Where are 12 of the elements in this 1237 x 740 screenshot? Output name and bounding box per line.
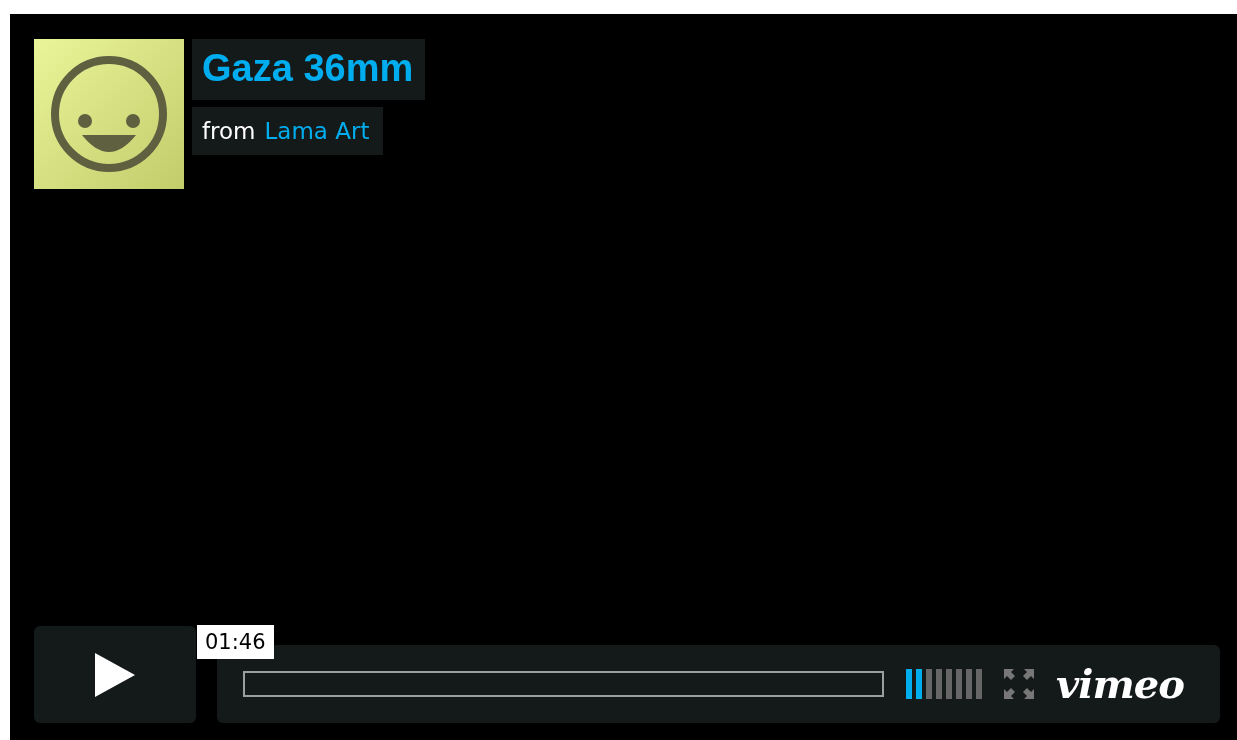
author-link[interactable]: Lama Art: [264, 117, 370, 145]
video-title[interactable]: Gaza 36mm: [192, 39, 426, 100]
play-button[interactable]: [34, 626, 196, 723]
byline-prefix: from: [202, 117, 256, 145]
video-player[interactable]: Gaza 36mm from Lama Art 01:46 vimeo: [10, 14, 1237, 740]
volume-control[interactable]: [906, 669, 983, 699]
fullscreen-icon[interactable]: [1004, 669, 1035, 699]
progress-track[interactable]: [243, 671, 885, 697]
time-tooltip: 01:46: [197, 625, 274, 659]
avatar-icon: [34, 39, 184, 189]
play-icon: [95, 652, 135, 697]
vimeo-logo[interactable]: vimeo: [1056, 662, 1184, 706]
